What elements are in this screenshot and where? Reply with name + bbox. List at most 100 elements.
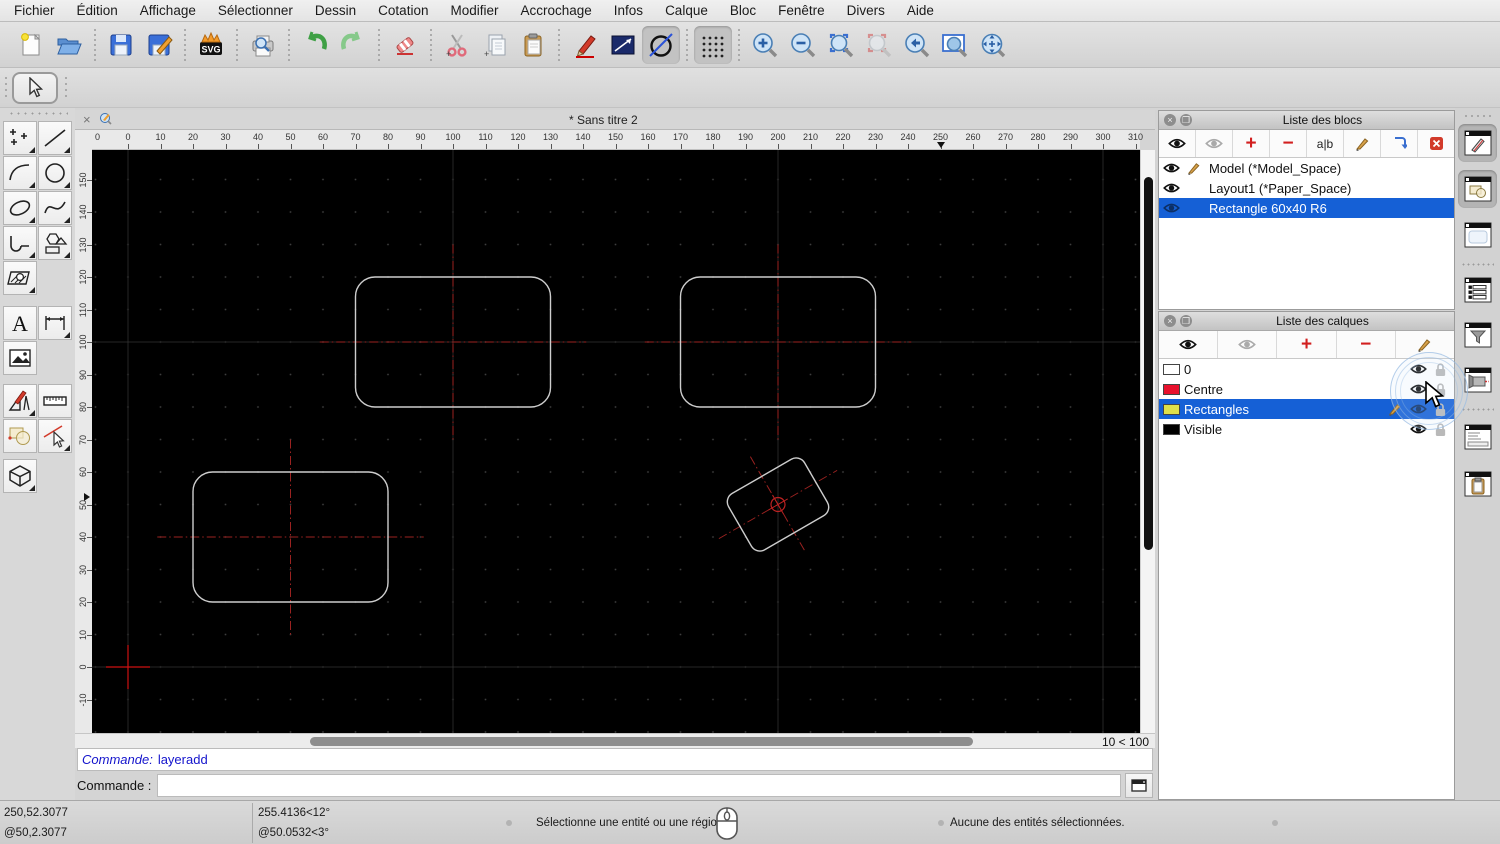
zoom-out-button[interactable]: [784, 26, 822, 64]
insert-block-button[interactable]: [1381, 130, 1418, 157]
points-tool-button[interactable]: [3, 121, 37, 155]
menu-item-calque[interactable]: Calque: [665, 3, 708, 18]
block-visibility-toggle[interactable]: [1163, 182, 1183, 194]
arc-tool-button[interactable]: [3, 156, 37, 190]
layer-color-swatch[interactable]: [1163, 423, 1180, 435]
menu-item-infos[interactable]: Infos: [614, 3, 643, 18]
menu-item-accrochage[interactable]: Accrochage: [520, 3, 591, 18]
menu-item-edition[interactable]: Édition: [77, 3, 118, 18]
layers-panel-detach-icon[interactable]: ❐: [1180, 315, 1192, 327]
spline-tool-button[interactable]: [38, 191, 72, 225]
menu-item-dessin[interactable]: Dessin: [315, 3, 356, 18]
vertical-scrollbar[interactable]: [1140, 150, 1155, 733]
measure-tool-button[interactable]: [38, 384, 72, 418]
ellipse-tool-button[interactable]: [3, 191, 37, 225]
menu-item-fichier[interactable]: Fichier: [14, 3, 55, 18]
zoom-redraw-button[interactable]: [898, 26, 936, 64]
blocks-tool-button[interactable]: [3, 419, 37, 453]
rename-block-button[interactable]: a|b: [1307, 130, 1344, 157]
menu-item-affichage[interactable]: Affichage: [140, 3, 196, 18]
toolbar-grip[interactable]: [64, 75, 68, 101]
blocks-panel-close-icon[interactable]: ×: [1164, 114, 1176, 126]
redo-button[interactable]: [334, 26, 372, 64]
cut-button[interactable]: +: [438, 26, 476, 64]
menu-item-selectionner[interactable]: Sélectionner: [218, 3, 293, 18]
dock-command-button[interactable]: [1458, 418, 1497, 456]
dock-layer-list-button[interactable]: [1458, 271, 1497, 309]
shapes-tool-button[interactable]: [38, 226, 72, 260]
visibility-eye-icon[interactable]: [1163, 162, 1180, 174]
add-layer-button[interactable]: +: [1277, 331, 1337, 358]
blocks-panel-detach-icon[interactable]: ❐: [1180, 114, 1192, 126]
undo-button[interactable]: [296, 26, 334, 64]
layers-panel-close-icon[interactable]: ×: [1164, 315, 1176, 327]
layer-color-swatch[interactable]: [1163, 403, 1180, 415]
export-svg-button[interactable]: SVG: [192, 26, 230, 64]
menu-item-cotation[interactable]: Cotation: [378, 3, 428, 18]
grid-toggle-button[interactable]: [694, 25, 732, 64]
palette-grip[interactable]: [8, 111, 68, 116]
visibility-eye-icon[interactable]: [1163, 202, 1180, 214]
menu-item-fenetre[interactable]: Fenêtre: [778, 3, 825, 18]
dock-library-button[interactable]: [1458, 170, 1497, 208]
add-block-button[interactable]: +: [1233, 130, 1270, 157]
save-as-button[interactable]: [140, 26, 178, 64]
select-arrow-button[interactable]: [12, 72, 58, 104]
dock-blank-window-button[interactable]: [1458, 216, 1497, 254]
drawing-canvas[interactable]: [92, 150, 1140, 733]
dimension-tool-button[interactable]: [38, 306, 72, 340]
select-entities-tool-button[interactable]: [38, 419, 72, 453]
save-button[interactable]: [102, 26, 140, 64]
zoom-previous-button[interactable]: [860, 26, 898, 64]
block-row[interactable]: Layout1 (*Paper_Space): [1159, 178, 1454, 198]
line-tool-button[interactable]: [604, 26, 642, 64]
command-options-button[interactable]: [1125, 773, 1153, 798]
block-row[interactable]: Rectangle 60x40 R6: [1159, 198, 1454, 218]
close-document-button[interactable]: ×: [83, 112, 91, 127]
block-visibility-toggle[interactable]: [1163, 202, 1183, 214]
hatch-tool-button[interactable]: [3, 261, 37, 295]
show-all-blocks-button[interactable]: [1159, 130, 1196, 157]
dock-clipboard-button[interactable]: [1458, 465, 1497, 503]
dock-filter-button[interactable]: [1458, 316, 1497, 354]
new-document-button[interactable]: [12, 26, 50, 64]
remove-layer-button[interactable]: −: [1337, 331, 1396, 358]
block-row[interactable]: Model (*Model_Space): [1159, 158, 1454, 178]
hide-all-layers-button[interactable]: [1218, 331, 1278, 358]
delete-all-blocks-button[interactable]: [1418, 130, 1454, 157]
zoom-pan-button[interactable]: [974, 26, 1012, 64]
horizontal-scrollbar-thumb[interactable]: [310, 737, 973, 746]
menu-item-modifier[interactable]: Modifier: [450, 3, 498, 18]
visibility-eye-icon[interactable]: [1163, 182, 1180, 194]
text-tool-button[interactable]: A: [3, 306, 37, 340]
modify-tool-button[interactable]: [3, 384, 37, 418]
vertical-scrollbar-thumb[interactable]: [1144, 177, 1153, 550]
copy-button[interactable]: +: [476, 26, 514, 64]
menu-item-aide[interactable]: Aide: [907, 3, 934, 18]
command-input[interactable]: [157, 774, 1121, 797]
image-tool-button[interactable]: [3, 341, 37, 375]
block-visibility-toggle[interactable]: [1163, 162, 1183, 174]
cube-3d-tool-button[interactable]: [3, 459, 37, 493]
paste-button[interactable]: [514, 26, 552, 64]
polyline-tool-button[interactable]: [3, 226, 37, 260]
circle-tool-button[interactable]: [642, 25, 680, 64]
print-preview-button[interactable]: [244, 26, 282, 64]
dock-block-list-button[interactable]: [1458, 124, 1497, 162]
circle-tool-button-palette[interactable]: [38, 156, 72, 190]
layer-color-swatch[interactable]: [1163, 383, 1180, 395]
open-file-button[interactable]: [50, 26, 88, 64]
draw-pen-button[interactable]: [566, 26, 604, 64]
delete-entities-button[interactable]: [386, 26, 424, 64]
show-all-layers-button[interactable]: [1159, 331, 1219, 358]
zoom-auto-button[interactable]: [822, 26, 860, 64]
layer-color-swatch[interactable]: [1163, 363, 1180, 375]
hide-all-blocks-button[interactable]: [1196, 130, 1233, 157]
menu-item-divers[interactable]: Divers: [847, 3, 885, 18]
horizontal-scrollbar[interactable]: 10 < 100: [75, 733, 1155, 749]
remove-block-button[interactable]: −: [1270, 130, 1307, 157]
edit-block-button[interactable]: [1344, 130, 1381, 157]
line-tool-button-palette[interactable]: [38, 121, 72, 155]
zoom-window-button[interactable]: [936, 26, 974, 64]
dock-grip[interactable]: [1463, 114, 1493, 118]
